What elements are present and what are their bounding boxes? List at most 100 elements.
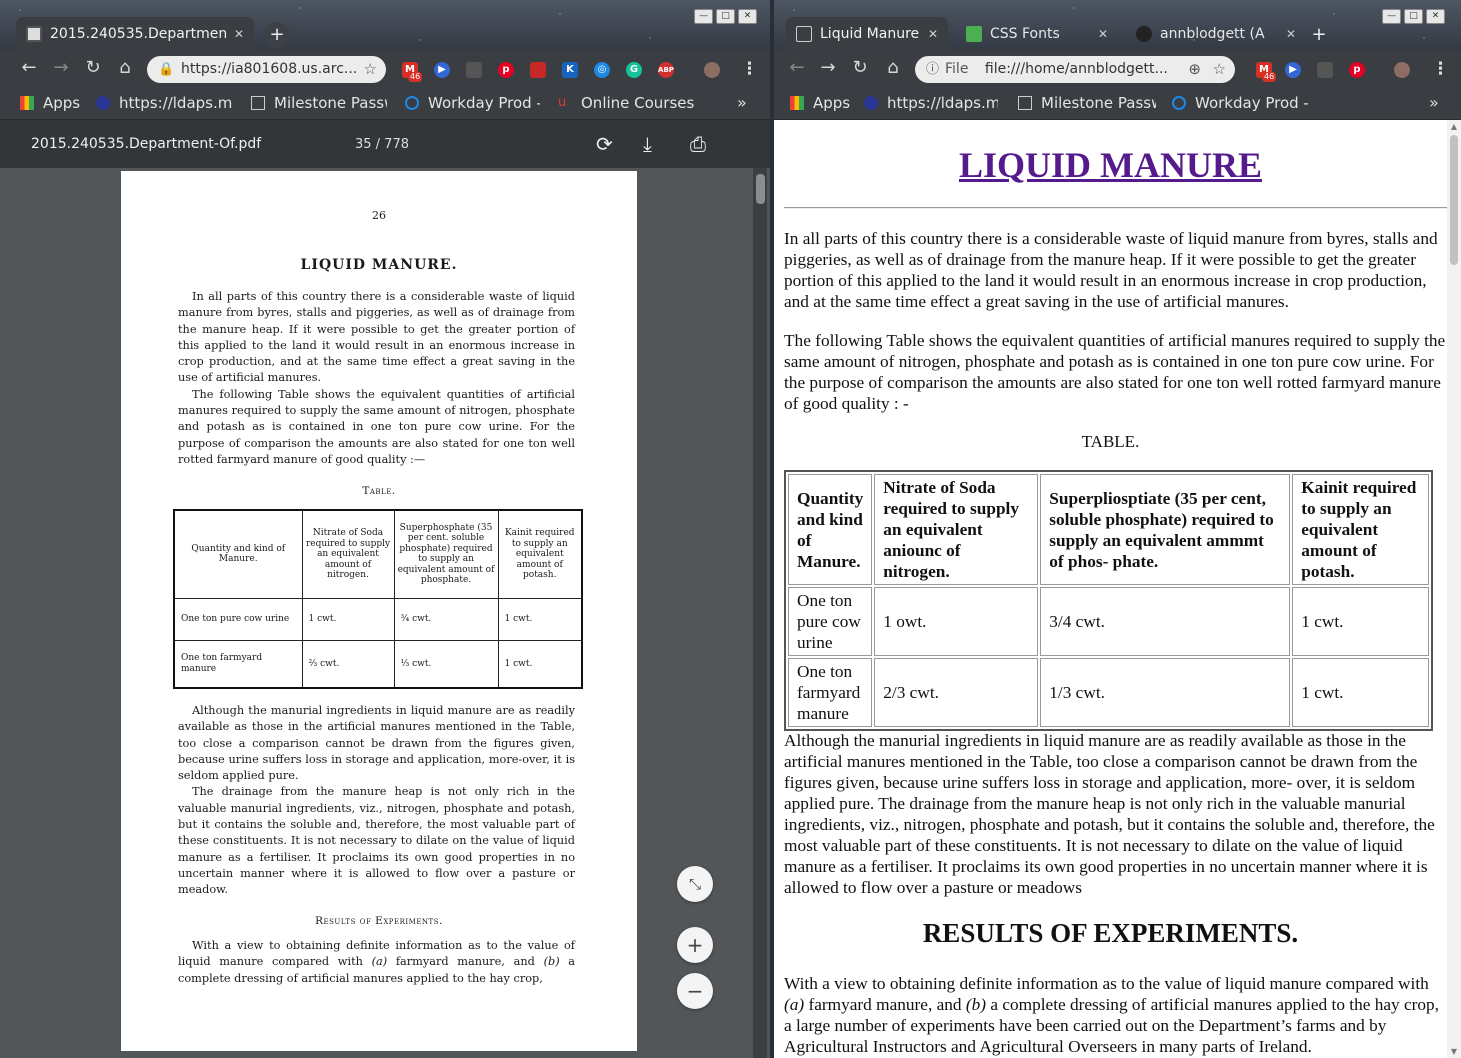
- workday-icon: [405, 96, 419, 110]
- bookmark-workday[interactable]: Workday Prod - S: [1172, 94, 1310, 112]
- new-tab-button[interactable]: +: [1306, 22, 1332, 48]
- pdf-intro-text: In all parts of this country there is a …: [178, 290, 575, 466]
- pdf-scrollbar[interactable]: [753, 168, 767, 1058]
- grammarly-extension-icon[interactable]: G: [626, 62, 642, 78]
- github-icon: [1136, 25, 1152, 42]
- page-scrollbar[interactable]: ▲ ▼: [1447, 120, 1461, 1058]
- menu-icon[interactable]: ⋮: [1432, 59, 1449, 79]
- profile-avatar[interactable]: [1394, 62, 1410, 78]
- table-row: One ton farmyard manure ⅔ cwt. ⅓ cwt. 1 …: [173, 639, 583, 689]
- scroll-up-icon[interactable]: ▲: [1447, 122, 1461, 131]
- home-button[interactable]: ⌂: [882, 58, 904, 78]
- pdf-toolbar: 2015.240535.Department-Of.pdf 35 / 778 ⟳…: [0, 120, 770, 168]
- extension-icon[interactable]: [466, 62, 482, 78]
- close-window-button[interactable]: ✕: [1426, 9, 1445, 24]
- page-icon: [1018, 96, 1032, 110]
- reload-button[interactable]: ↻: [82, 58, 104, 78]
- play-extension-icon[interactable]: ▶: [1285, 62, 1301, 78]
- page-title[interactable]: LIQUID MANURE: [774, 144, 1447, 186]
- zoom-icon[interactable]: ⊕: [1188, 56, 1201, 83]
- maximize-button[interactable]: □: [1404, 9, 1423, 24]
- tab-liquid-manure[interactable]: Liquid Manure ✕: [786, 17, 948, 50]
- extension-icon[interactable]: [1317, 62, 1333, 78]
- close-tab-icon[interactable]: ✕: [1286, 27, 1296, 41]
- k-extension-icon[interactable]: K: [562, 62, 578, 78]
- maximize-button[interactable]: □: [716, 9, 735, 24]
- zoom-out-button[interactable]: −: [677, 973, 713, 1009]
- bookmark-apps[interactable]: Apps: [790, 94, 850, 112]
- more-bookmarks-icon[interactable]: »: [1429, 93, 1439, 112]
- bookmark-star-icon[interactable]: ☆: [364, 56, 377, 83]
- table-intro-paragraph: The following Table shows the equivalent…: [784, 331, 1446, 413]
- bookmark-online-courses[interactable]: ս Online Courses: [558, 94, 694, 112]
- workday-icon: [1172, 96, 1186, 110]
- close-tab-icon[interactable]: ✕: [928, 27, 938, 41]
- print-icon[interactable]: ⎙: [690, 132, 706, 156]
- bookmark-workday[interactable]: Workday Prod - S: [405, 94, 540, 112]
- zoom-in-button[interactable]: +: [677, 927, 713, 963]
- new-tab-button[interactable]: +: [264, 22, 290, 48]
- address-bar[interactable]: 🔒 https://ia801608.us.arc... ☆: [147, 56, 386, 83]
- play-extension-icon[interactable]: ▶: [434, 62, 450, 78]
- table-row: One ton pure cow urine 1 owt. 3/4 cwt. 1…: [788, 587, 1429, 656]
- pinterest-extension-icon[interactable]: p: [1349, 62, 1365, 78]
- pdf-results-text: With a view to obtaining definite inform…: [178, 939, 576, 985]
- rotate-icon[interactable]: ⟳: [596, 132, 613, 156]
- bookmark-milestone[interactable]: Milestone Passw: [251, 94, 387, 112]
- tab-pdf[interactable]: 2015.240535.Department ✕: [16, 17, 254, 50]
- minimize-button[interactable]: —: [1382, 9, 1401, 24]
- more-bookmarks-icon[interactable]: »: [737, 93, 747, 112]
- pdf-title: LIQUID MANURE.: [300, 257, 458, 273]
- bookmark-milestone[interactable]: Milestone Passw: [1018, 94, 1156, 112]
- page-number: 26: [372, 209, 386, 222]
- pdf-page: 26 LIQUID MANURE. In all parts of this c…: [121, 171, 637, 1051]
- bookmark-extension-icon[interactable]: [530, 62, 546, 78]
- forward-button[interactable]: →: [50, 58, 72, 78]
- results-heading: RESULTS OF EXPERIMENTS.: [922, 918, 1299, 948]
- bookmark-star-icon[interactable]: ☆: [1213, 56, 1226, 83]
- bookmarks-bar: Apps https://ldaps.m Milestone Passw Wor…: [0, 88, 770, 120]
- scrollbar-thumb[interactable]: [756, 174, 765, 204]
- pdf-body-text: Although the manurial ingredients in liq…: [178, 704, 575, 897]
- pdf-table: Quantity and kind of Manure. Nitrate of …: [173, 509, 583, 689]
- back-button[interactable]: ←: [786, 58, 808, 78]
- home-button[interactable]: ⌂: [114, 58, 136, 78]
- scrollbar-thumb[interactable]: [1450, 135, 1458, 265]
- page-indicator[interactable]: 35 / 778: [355, 137, 409, 152]
- scroll-down-icon[interactable]: ▼: [1447, 1047, 1461, 1056]
- equivalents-table: Quantity and kind of Manure. Nitrate of …: [784, 470, 1433, 731]
- download-icon[interactable]: ⤓: [643, 132, 652, 156]
- adblock-extension-icon[interactable]: ABP: [658, 62, 674, 78]
- forward-button[interactable]: →: [817, 58, 839, 78]
- close-tab-icon[interactable]: ✕: [1098, 27, 1108, 41]
- close-tab-icon[interactable]: ✕: [234, 27, 244, 41]
- globe-icon: [864, 96, 878, 110]
- tab-css-fonts[interactable]: CSS Fonts ✕: [956, 17, 1118, 50]
- tab-github[interactable]: annblodgett (A ✕: [1126, 17, 1306, 50]
- bookmark-ldaps[interactable]: https://ldaps.m: [96, 94, 234, 112]
- menu-icon[interactable]: ⋮: [741, 59, 758, 79]
- window-controls: — □ ✕: [694, 9, 757, 24]
- fit-page-button[interactable]: ⤡: [677, 866, 713, 902]
- pinterest-extension-icon[interactable]: p: [498, 62, 514, 78]
- bookmark-ldaps[interactable]: https://ldaps.m: [864, 94, 998, 112]
- apps-grid-icon: [790, 96, 804, 110]
- page-icon: [796, 25, 812, 42]
- courses-icon: ս: [558, 95, 567, 110]
- address-bar[interactable]: ⓘ File file:///home/annblodgett... ⊕ ☆: [915, 56, 1235, 83]
- page-icon: [251, 96, 265, 110]
- back-button[interactable]: ←: [18, 58, 40, 78]
- gmail-badge: 46: [408, 72, 423, 82]
- minimize-button[interactable]: —: [694, 9, 713, 24]
- profile-avatar[interactable]: [704, 62, 720, 78]
- close-window-button[interactable]: ✕: [738, 9, 757, 24]
- compass-extension-icon[interactable]: ◎: [594, 62, 610, 78]
- pdf-results-heading: Results of Experiments.: [315, 915, 443, 927]
- apps-grid-icon: [20, 96, 34, 110]
- table-label: TABLE.: [1081, 432, 1140, 451]
- info-icon: ⓘ: [926, 62, 940, 77]
- bookmark-apps[interactable]: Apps: [20, 94, 80, 112]
- bookmarks-bar: Apps https://ldaps.m Milestone Passw Wor…: [774, 88, 1461, 120]
- reload-button[interactable]: ↻: [849, 58, 871, 78]
- pdf-table-label: Table.: [362, 485, 396, 497]
